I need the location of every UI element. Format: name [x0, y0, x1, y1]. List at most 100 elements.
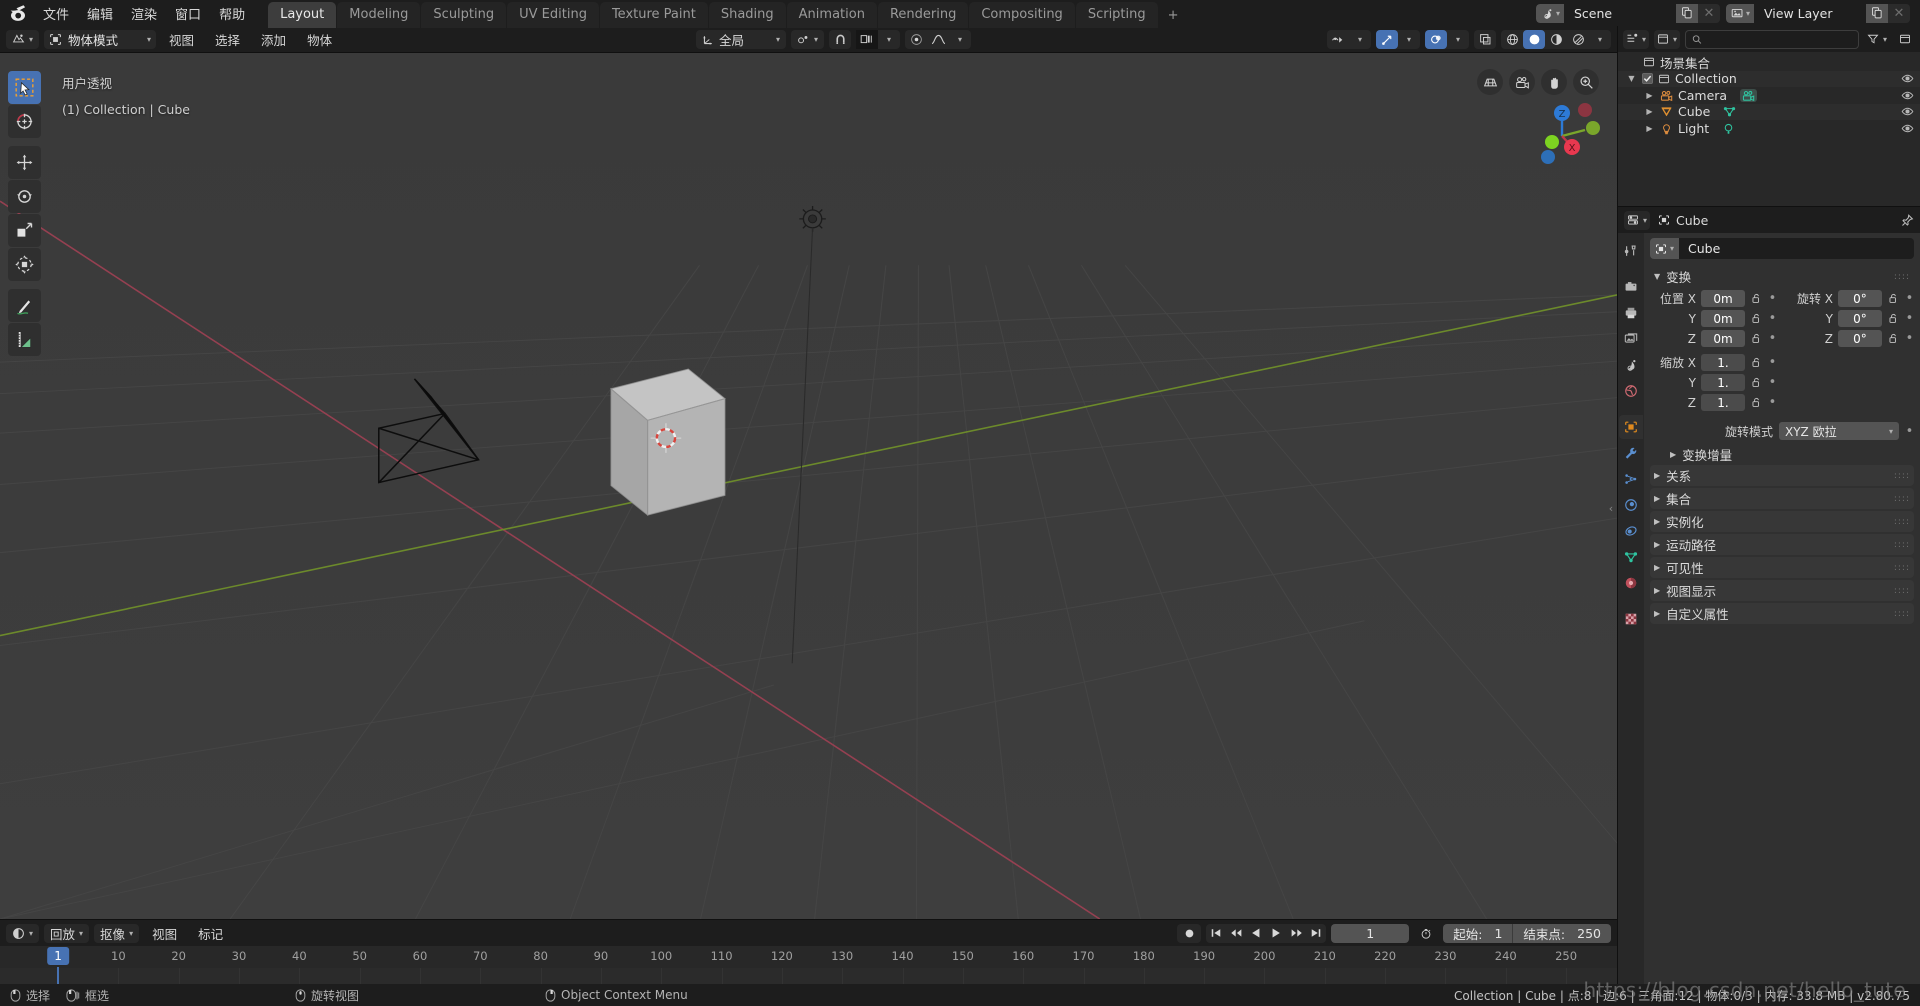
lock-rotation-z-icon[interactable] — [1887, 333, 1900, 344]
camera-visibility-eye-icon[interactable] — [1901, 89, 1914, 102]
current-frame-field[interactable]: 1 — [1331, 923, 1410, 943]
animate-rotation-y-icon[interactable]: • — [1905, 312, 1914, 325]
animate-location-z-icon[interactable]: • — [1768, 332, 1777, 345]
workspace-tab-layout[interactable]: Layout — [268, 2, 337, 28]
shading-rendered-icon[interactable] — [1567, 30, 1589, 49]
lock-scale-y-icon[interactable] — [1750, 377, 1763, 388]
editor-type-outliner-icon[interactable]: ▾ — [1623, 29, 1650, 49]
frame-end-field[interactable]: 结束点: 250 — [1513, 924, 1611, 943]
view-layer-selector[interactable]: ▾ View Layer ✕ — [1725, 3, 1910, 23]
lock-rotation-x-icon[interactable] — [1887, 293, 1900, 304]
xray-icon[interactable] — [1474, 30, 1496, 49]
material-tab[interactable] — [1619, 571, 1643, 595]
blender-logo-icon[interactable] — [4, 0, 34, 26]
animate-rotation-x-icon[interactable]: • — [1905, 292, 1914, 305]
remove-view-layer-button[interactable]: ✕ — [1888, 3, 1910, 23]
viewport-axis-gizmo[interactable]: Z X — [1523, 97, 1601, 175]
scene-tab[interactable] — [1619, 353, 1643, 377]
viewport-menu-view[interactable]: 视图 — [161, 28, 202, 51]
collection-checkbox[interactable] — [1642, 73, 1653, 85]
new-collection-icon[interactable] — [1895, 30, 1915, 49]
auto-keying-icon[interactable] — [1177, 923, 1202, 943]
panel-collections[interactable]: ▶ 集合 :::: — [1650, 488, 1914, 509]
render-tab[interactable] — [1619, 275, 1643, 299]
proportional-falloff-icon[interactable] — [905, 30, 927, 49]
transform-orientation-selector[interactable]: 全局 ▾ — [696, 29, 787, 49]
texture-tab[interactable] — [1619, 607, 1643, 631]
overlays-icon[interactable] — [1425, 29, 1447, 49]
panel-instancing[interactable]: ▶ 实例化 :::: — [1650, 511, 1914, 532]
expand-triangle-icon[interactable]: ▼ — [1626, 74, 1637, 83]
scene-name[interactable]: Scene — [1563, 3, 1676, 23]
animate-location-y-icon[interactable]: • — [1768, 312, 1777, 325]
object-tab[interactable] — [1619, 415, 1643, 439]
new-view-layer-button[interactable] — [1866, 3, 1888, 23]
workspace-tab-scripting[interactable]: Scripting — [1075, 2, 1158, 28]
jump-to-start-icon[interactable] — [1206, 924, 1226, 943]
physics-tab[interactable] — [1619, 493, 1643, 517]
expand-triangle-icon[interactable]: ▶ — [1644, 124, 1655, 133]
pivot-point-selector[interactable]: ▾ — [791, 29, 825, 49]
timeline-menu-playback[interactable]: 回放 ▾ — [44, 923, 90, 943]
editor-type-properties-icon[interactable]: ▾ — [1624, 210, 1651, 230]
object-data-tab[interactable] — [1619, 545, 1643, 569]
location-y-field[interactable]: 0m — [1701, 310, 1745, 327]
transform-panel-header[interactable]: ▼ 变换 :::: — [1650, 266, 1914, 287]
menu-help[interactable]: 帮助 — [210, 1, 254, 26]
workspace-tab-shading[interactable]: Shading — [708, 2, 786, 28]
filter-icon[interactable]: ▾ — [1864, 30, 1890, 49]
delta-transform-panel-header[interactable]: ▶ 变换增量 — [1650, 444, 1914, 465]
location-z-field[interactable]: 0m — [1701, 330, 1745, 347]
pan-view-icon[interactable] — [1541, 69, 1567, 95]
proportional-editing-icon[interactable] — [856, 29, 879, 49]
particles-tab[interactable] — [1619, 467, 1643, 491]
workspace-tab-rendering[interactable]: Rendering — [877, 2, 969, 28]
viewlayer-icon[interactable]: ▾ — [1725, 3, 1754, 23]
menu-window[interactable]: 窗口 — [166, 1, 210, 26]
toggle-perspective-ortho-icon[interactable] — [1477, 69, 1503, 95]
scale-tool[interactable] — [8, 214, 41, 247]
timeline-menu-marker[interactable]: 标记 — [190, 922, 231, 945]
viewport-menu-object[interactable]: 物体 — [299, 28, 340, 51]
chevron-down-icon[interactable]: ▾ — [1589, 30, 1611, 49]
panel-visibility[interactable]: ▶ 可见性 :::: — [1650, 557, 1914, 578]
outliner-row-light[interactable]: ▶ Light — [1618, 120, 1920, 137]
workspace-tab-texture-paint[interactable]: Texture Paint — [599, 2, 708, 28]
move-tool[interactable] — [8, 146, 41, 179]
measure-tool[interactable] — [8, 323, 41, 356]
timeline-playhead-label[interactable]: 1 — [47, 947, 69, 965]
camera-data-icon[interactable] — [1740, 88, 1758, 102]
rotate-tool[interactable] — [8, 180, 41, 213]
shading-material-preview-icon[interactable] — [1545, 30, 1567, 49]
next-keyframe-icon[interactable] — [1286, 924, 1306, 943]
outliner-search-input[interactable] — [1707, 32, 1852, 46]
tool-tab[interactable] — [1619, 239, 1643, 263]
timeline-menu-view[interactable]: 视图 — [144, 922, 185, 945]
world-tab[interactable] — [1619, 379, 1643, 403]
animate-scale-z-icon[interactable]: • — [1768, 396, 1777, 409]
animate-scale-y-icon[interactable]: • — [1768, 376, 1777, 389]
expand-triangle-icon[interactable]: ▶ — [1644, 91, 1655, 100]
rotation-mode-selector[interactable]: XYZ 欧拉 ▾ — [1779, 422, 1899, 440]
animate-rotation-z-icon[interactable]: • — [1905, 332, 1914, 345]
editor-type-timeline-icon[interactable]: ▾ — [6, 923, 40, 943]
panel-viewport-display[interactable]: ▶ 视图显示 :::: — [1650, 580, 1914, 601]
animate-scale-x-icon[interactable]: • — [1768, 356, 1777, 369]
transform-tool[interactable] — [8, 248, 41, 281]
shading-solid-icon[interactable] — [1523, 29, 1545, 49]
viewport-menu-add[interactable]: 添加 — [253, 28, 294, 51]
object-name-field[interactable]: Cube — [1679, 238, 1914, 259]
animate-rotation-mode-icon[interactable]: • — [1905, 425, 1914, 438]
modifier-tab[interactable] — [1619, 441, 1643, 465]
jump-to-end-icon[interactable] — [1306, 924, 1326, 943]
menu-render[interactable]: 渲染 — [122, 1, 166, 26]
workspace-tab-modeling[interactable]: Modeling — [337, 2, 421, 28]
pin-icon[interactable] — [1901, 213, 1914, 227]
light-visibility-eye-icon[interactable] — [1901, 122, 1914, 135]
scale-y-field[interactable]: 1. — [1701, 374, 1745, 391]
timeline-scrubbing-area[interactable]: › 10203040506070809010011012013014015016… — [0, 946, 1617, 985]
animate-location-x-icon[interactable]: • — [1768, 292, 1777, 305]
mesh-data-icon[interactable] — [1723, 105, 1736, 118]
scene-selector[interactable]: ▾ Scene ✕ — [1535, 3, 1720, 23]
object-id-name-row[interactable]: ▾ Cube — [1650, 238, 1914, 259]
